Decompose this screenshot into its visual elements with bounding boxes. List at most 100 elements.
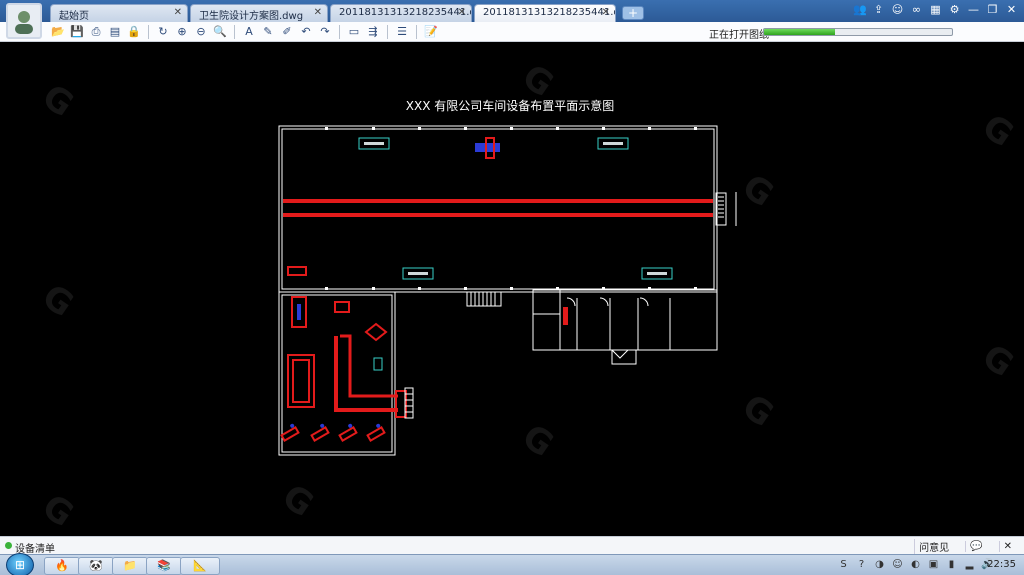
measure-icon[interactable]: ▭ [346,24,362,40]
divider [387,25,388,39]
text-icon[interactable]: A [241,24,257,40]
status-bar: 设备清单 问意见 💬 ✕ [0,536,1024,555]
tab-drawing-3-active[interactable]: 20118131313218235441.d... ✕ [474,4,616,22]
tray-s-icon[interactable]: S [837,558,850,571]
cad-drawing: G G G G G G G G G G XXX 有限公司车间设备布置平面示意图 [35,57,1021,536]
tab-start-page[interactable]: 起始页 ✕ [50,4,188,22]
tray-app-icon[interactable]: ◑ [873,558,886,571]
carts [280,423,386,442]
battery-icon[interactable]: ▮ [945,558,958,571]
window-close-icon[interactable]: ✕ [1005,3,1018,17]
tab-label: 卫生院设计方案图.dwg [199,11,304,22]
taskbar-app-4[interactable]: 📚 [146,557,182,575]
save-icon[interactable]: 💾 [69,24,85,40]
tray-app2-icon[interactable]: ◐ [909,558,922,571]
cad-viewer-window: 起始页 ✕ 卫生院设计方案图.dwg ✕ 2011813131321823544… [0,0,1024,575]
lock-icon[interactable]: 🔒 [126,24,142,40]
divider [148,25,149,39]
svg-text:G: G [275,477,321,526]
close-icon[interactable]: ✕ [314,7,322,18]
document-edit-icon[interactable]: 📝 [423,24,439,40]
progress-fill [764,29,836,35]
brush-icon[interactable]: ✐ [279,24,295,40]
machine-top [475,137,500,159]
tab-drawing-2[interactable]: 20118131313218235441.d... ✕ [330,4,472,22]
zoom-window-icon[interactable]: 🔍 [212,24,228,40]
restore-icon[interactable]: ❐ [986,3,999,17]
chat-icon[interactable]: ☺ [891,3,904,17]
tab-label: 20118131313218235441.d... [483,7,616,18]
svg-text:G: G [35,77,81,126]
tray-chat-icon[interactable]: ☺ [891,558,904,571]
share-icon[interactable]: ⇪ [872,3,885,17]
toolbar: 📂 💾 ⎙ ▤ 🔒 ↻ ⊕ ⊖ 🔍 A ✎ ✐ ↶ ↷ ▭ ⇶ ☰ 📝 正在打开… [0,22,1024,42]
tab-label: 20118131313218235441.d... [339,7,472,18]
svg-text:G: G [975,107,1021,156]
svg-text:G: G [975,337,1021,386]
pencil-icon[interactable]: ✎ [260,24,276,40]
divider [339,25,340,39]
conveyor-lines [283,199,713,217]
tab-label: 起始页 [59,11,89,22]
svg-text:G: G [35,487,81,536]
window-controls: 👥 ⇪ ☺ ∞ ▦ ⚙ — ❐ ✕ [853,3,1018,17]
open-folder-icon[interactable]: 📂 [50,24,66,40]
dimension-icon[interactable]: ⇶ [365,24,381,40]
drawing-canvas[interactable]: G G G G G G G G G G XXX 有限公司车间设备布置平面示意图 [0,42,1024,536]
workshop-equipment [287,296,407,418]
user-avatar-icon[interactable] [6,3,42,39]
tab-drawing-1[interactable]: 卫生院设计方案图.dwg ✕ [190,4,328,22]
signal-icon[interactable]: ▂ [963,558,976,571]
rotate-icon[interactable]: ↻ [155,24,171,40]
machine-left [287,266,307,276]
print-icon[interactable]: ⎙ [88,24,104,40]
tab-bar: 起始页 ✕ 卫生院设计方案图.dwg ✕ 2011813131321823544… [0,0,1024,22]
divider [416,25,417,39]
clock: 22:35 [987,559,1016,570]
system-tray: S ? ◑ ☺ ◐ ▣ ▮ ▂ 🔊 [837,558,994,571]
link-icon[interactable]: ∞ [910,3,923,17]
taskbar-app-1[interactable]: 🔥 [44,557,80,575]
workstation-label-marks [364,142,667,275]
apps-icon[interactable]: ▦ [929,3,942,17]
opening-status-text: 正在打开图纸 [709,30,769,41]
zoom-in-icon[interactable]: ⊕ [174,24,190,40]
office-block [532,289,718,365]
opening-progress-bar [763,28,953,36]
os-taskbar: ⊞ 🔥 🐼 📁 📚 📐 S ? ◑ ☺ ◐ ▣ ▮ ▂ 🔊 22:35 [0,553,1024,575]
taskbar-app-2[interactable]: 🐼 [78,557,114,575]
office-stair [563,307,568,325]
layers-icon[interactable]: ☰ [394,24,410,40]
drawing-title: XXX 有限公司车间设备布置平面示意图 [406,98,614,113]
close-icon[interactable]: ✕ [458,7,466,18]
message-icon[interactable]: 💬 [965,541,986,552]
svg-text:G: G [35,277,81,326]
start-button-icon[interactable]: ⊞ [6,553,34,575]
redo-icon[interactable]: ↷ [317,24,333,40]
watermarks: G G G G G G G G G G [35,57,1021,536]
minimize-icon[interactable]: — [967,3,980,17]
undo-icon[interactable]: ↶ [298,24,314,40]
taskbar-app-3[interactable]: 📁 [112,557,148,575]
column-marks [325,127,697,290]
workstation-labels [358,137,673,371]
users-icon[interactable]: 👥 [853,3,867,17]
settings-icon[interactable]: ⚙ [948,3,961,17]
feedback-button[interactable]: 问意见 [914,539,953,554]
divider [234,25,235,39]
close-panel-icon[interactable]: ✕ [998,541,1016,552]
svg-text:G: G [735,387,781,436]
add-tab-icon[interactable]: + [622,6,644,20]
svg-text:G: G [515,417,561,466]
export-pdf-icon[interactable]: ▤ [107,24,123,40]
svg-text:G: G [735,167,781,216]
close-icon[interactable]: ✕ [602,7,610,18]
taskbar-app-5-active[interactable]: 📐 [180,557,220,575]
close-icon[interactable]: ✕ [174,7,182,18]
east-entrance [715,192,737,226]
tray-app3-icon[interactable]: ▣ [927,558,940,571]
south-steps [466,291,502,307]
online-status-icon [5,542,12,549]
zoom-out-icon[interactable]: ⊖ [193,24,209,40]
help-icon[interactable]: ? [855,558,868,571]
